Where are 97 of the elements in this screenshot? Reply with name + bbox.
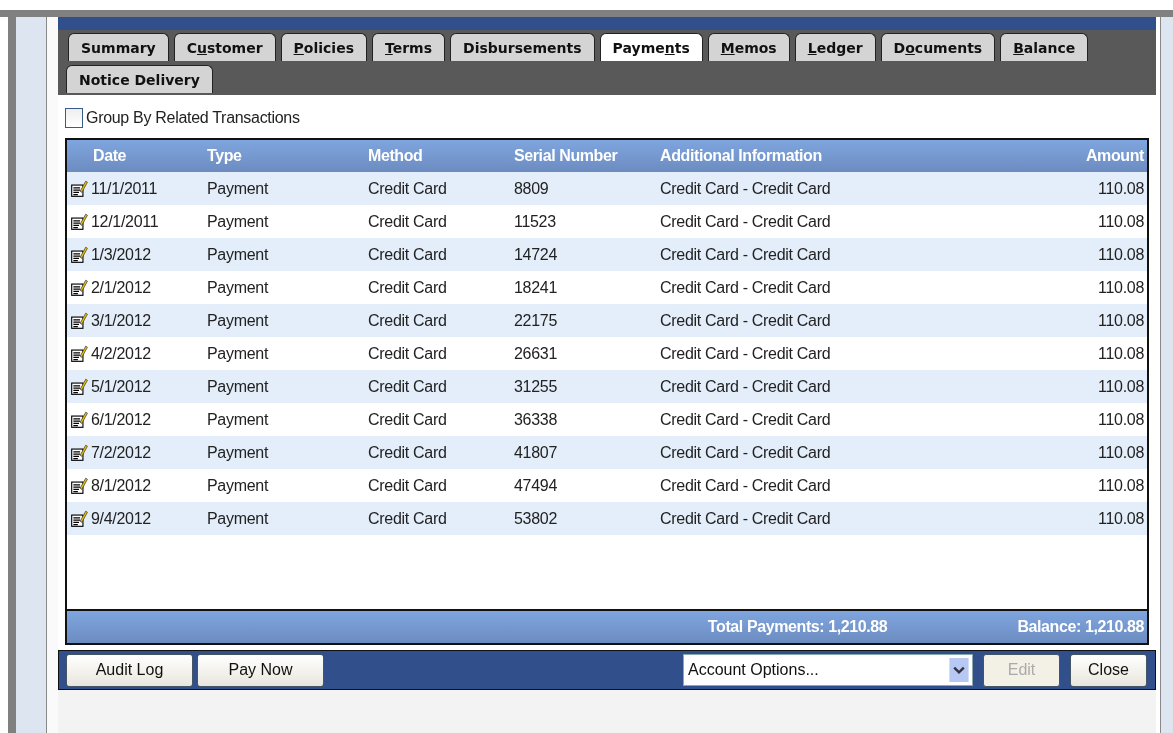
table-cell-text: Credit Card	[368, 443, 448, 462]
table-cell-text: 41807	[514, 443, 558, 462]
table-cell-text: 110.08	[1097, 476, 1145, 495]
table-cell-text: Credit Card - Credit Card	[660, 443, 832, 462]
tab[interactable]: Documents	[880, 33, 996, 61]
table-cell-text: Credit Card - Credit Card	[660, 311, 832, 330]
table-cell-text: 47494	[514, 476, 558, 495]
table-cell: 2/1/2012	[91, 278, 151, 297]
table-cell-text: Payment	[207, 245, 270, 264]
table-cell-text: Payment	[207, 311, 270, 330]
table-cell-text: 11523	[514, 212, 557, 231]
note-edit-icon	[70, 377, 88, 396]
note-edit-icon	[70, 509, 88, 528]
table-cell-text: Credit Card - Credit Card	[660, 344, 832, 363]
table-cell-text: 110.08	[1097, 212, 1145, 231]
table-cell: 7/2/2012	[91, 443, 151, 462]
action-button[interactable]: Pay Now	[197, 653, 324, 687]
tab[interactable]: Payments	[599, 33, 703, 61]
table-cell-text: 110.08	[1097, 410, 1145, 429]
table-cell-text: 36338	[514, 410, 558, 429]
tab[interactable]: Summary	[68, 33, 169, 61]
table-cell-text: Credit Card - Credit Card	[660, 212, 832, 231]
tab[interactable]: Policies	[280, 33, 367, 61]
checkbox-label: Group By Related Transactions	[86, 109, 300, 127]
table-cell-text: 110.08	[1097, 344, 1145, 363]
tab[interactable]: Notice Delivery	[66, 65, 213, 93]
note-edit-icon	[70, 443, 88, 462]
table-cell-text: Payment	[207, 410, 270, 429]
table-cell-text: 110.08	[1097, 278, 1145, 297]
table-cell-text: Payment	[207, 443, 270, 462]
action-button[interactable]: Close	[1070, 653, 1147, 687]
table-cell-text: 110.08	[1097, 179, 1145, 198]
table-cell-text: 110.08	[1097, 443, 1145, 462]
table-cell-text: 31255	[514, 377, 558, 396]
table-cell-text: 110.08	[1097, 311, 1145, 330]
table-cell-text: Credit Card - Credit Card	[660, 509, 832, 528]
table-cell-text: Credit Card	[368, 212, 448, 231]
tab[interactable]: Ledger	[794, 33, 876, 61]
total-payments: Total Payments: 1,210.88	[707, 618, 888, 636]
table-cell-text: Credit Card	[368, 476, 448, 495]
table-cell-text: Credit Card - Credit Card	[660, 377, 832, 396]
table-cell: 1/3/2012	[91, 245, 151, 264]
note-edit-icon	[70, 410, 88, 429]
tab[interactable]: Customer	[173, 33, 276, 61]
table-cell-text: Credit Card - Credit Card	[660, 245, 832, 264]
chevron-down-icon	[949, 658, 969, 682]
table-cell: 11/1/2011	[91, 179, 158, 198]
tab[interactable]: Balance	[1000, 33, 1089, 61]
table-cell-text: Credit Card - Credit Card	[660, 278, 832, 297]
checkbox[interactable]	[65, 108, 83, 128]
table-cell: 3/1/2012	[91, 311, 151, 330]
table-cell-text: 18241	[514, 278, 558, 297]
table-cell-text: 22175	[514, 311, 558, 330]
table-cell-text: Credit Card	[368, 311, 448, 330]
table-cell-text: Credit Card	[368, 278, 448, 297]
table-cell-text: Payment	[207, 278, 270, 297]
table-cell-text: 110.08	[1097, 509, 1145, 528]
table-cell-text: Credit Card - Credit Card	[660, 410, 832, 429]
table-cell-text: Credit Card - Credit Card	[660, 476, 832, 495]
table-cell-text: Credit Card	[368, 245, 448, 264]
table-cell: 4/2/2012	[91, 344, 151, 363]
tab[interactable]: Terms	[372, 33, 446, 61]
note-edit-icon	[70, 245, 88, 264]
note-edit-icon	[70, 179, 88, 198]
table-cell-text: Credit Card	[368, 377, 448, 396]
table-cell-text: Credit Card	[368, 344, 448, 363]
table-cell-text: Payment	[207, 377, 270, 396]
table-cell-text: Credit Card	[368, 509, 448, 528]
table-cell: 12/1/2011	[91, 212, 159, 231]
account-options-dropdown[interactable]: Account Options...	[683, 654, 973, 686]
table-cell-text: Credit Card	[368, 179, 448, 198]
table-cell: 9/4/2012	[91, 509, 151, 528]
table-cell-text: Credit Card - Credit Card	[660, 179, 832, 198]
note-edit-icon	[70, 311, 88, 330]
note-edit-icon	[70, 344, 88, 363]
table-cell-text: 110.08	[1097, 245, 1145, 264]
table-cell-text: Payment	[207, 509, 270, 528]
tab[interactable]: Memos	[707, 33, 790, 61]
table-cell-text: Credit Card	[368, 410, 448, 429]
table-cell-text: 26631	[514, 344, 558, 363]
table-cell-text: Payment	[207, 344, 270, 363]
table-cell: 6/1/2012	[91, 410, 151, 429]
tab[interactable]: Disbursements	[450, 33, 595, 61]
table-cell-text: 110.08	[1097, 377, 1145, 396]
action-button[interactable]: Audit Log	[66, 653, 193, 687]
table-cell-text: Payment	[207, 476, 270, 495]
table-cell-text: Payment	[207, 212, 270, 231]
table-cell: 8/1/2012	[91, 476, 151, 495]
note-edit-icon	[70, 212, 88, 231]
table-cell-text: 14724	[514, 245, 558, 264]
table-cell-text: Payment	[207, 179, 270, 198]
table-cell-text: 53802	[514, 509, 558, 528]
table-cell-text: 8809	[514, 179, 550, 198]
note-edit-icon	[70, 476, 88, 495]
table-cell: 5/1/2012	[91, 377, 151, 396]
balance-total: Balance: 1,210.88	[1017, 618, 1144, 636]
note-edit-icon	[70, 278, 88, 297]
